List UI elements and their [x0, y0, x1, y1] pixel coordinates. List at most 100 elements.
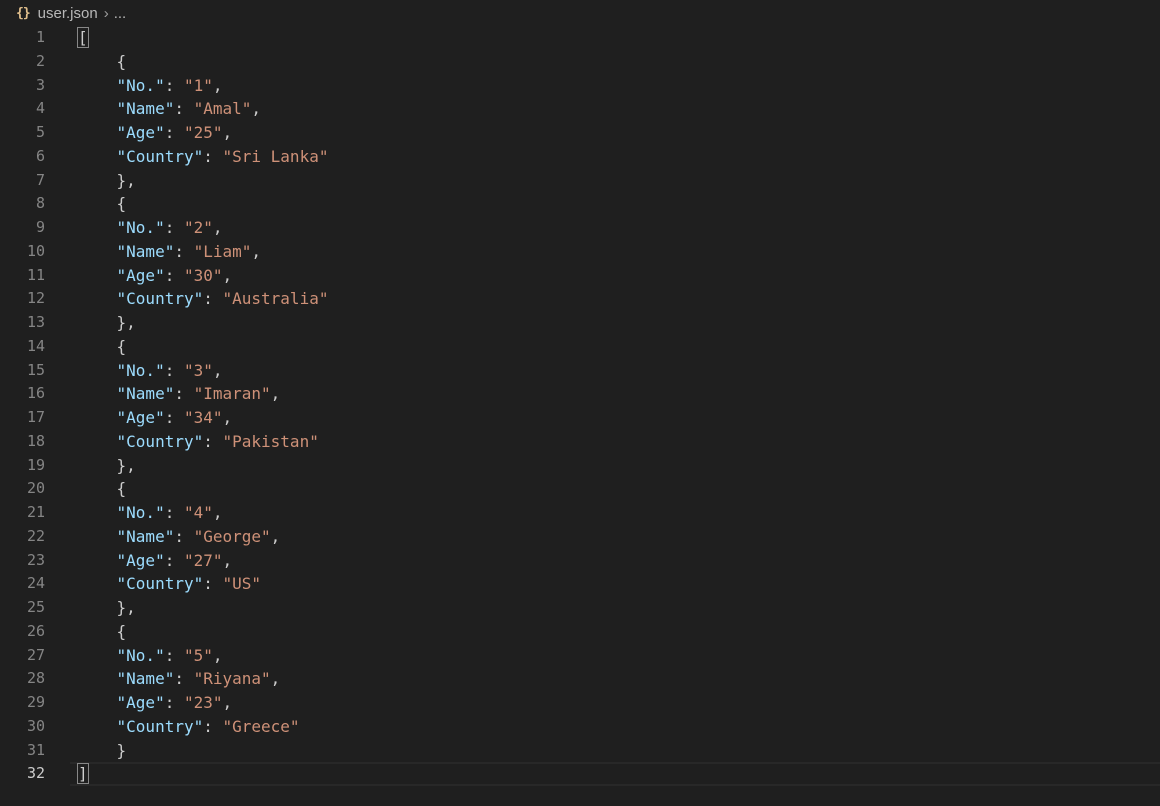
json-key: "No." — [116, 218, 165, 237]
line-code: "No.": "1", — [78, 74, 223, 98]
json-string: "Imaran" — [193, 384, 271, 404]
json-punctuation: }, — [116, 598, 136, 617]
line-code: "Age": "25", — [78, 121, 233, 145]
code-line[interactable]: 20 { — [0, 477, 1160, 501]
line-code: "Age": "30", — [78, 264, 233, 288]
code-line[interactable]: 2 { — [0, 50, 1160, 74]
json-string: "1" — [183, 75, 213, 95]
line-code: ] — [77, 762, 89, 786]
json-string: "34" — [183, 408, 223, 427]
code-line[interactable]: 15 "No.": "3", — [0, 359, 1160, 383]
code-line[interactable]: 11 "Age": "30", — [0, 264, 1160, 288]
line-code: }, — [78, 596, 136, 620]
line-number: 26 — [26, 621, 45, 640]
code-line[interactable]: 9 "No.": "2", — [0, 216, 1160, 240]
json-string: "25" — [183, 123, 223, 142]
line-code: "Age": "34", — [78, 406, 233, 430]
code-line[interactable]: 3 "No.": "1", — [0, 74, 1160, 98]
json-punctuation: : — [174, 99, 194, 119]
line-number: 28 — [26, 669, 45, 688]
breadcrumb-file[interactable]: user.json — [38, 5, 98, 22]
line-number: 7 — [35, 170, 45, 189]
matched-bracket: ] — [77, 763, 89, 785]
line-code: "No.": "4", — [78, 501, 223, 525]
code-line[interactable]: 31 } — [0, 739, 1160, 763]
line-code: "No.": "2", — [78, 216, 223, 240]
code-line[interactable]: 25 }, — [0, 596, 1160, 620]
code-line[interactable]: 28 "Name": "Riyana", — [0, 667, 1160, 691]
line-number: 20 — [26, 479, 45, 498]
code-line[interactable]: 7 }, — [0, 169, 1160, 193]
json-string: "Sri Lanka" — [222, 146, 329, 166]
line-code: } — [78, 739, 127, 763]
code-line[interactable]: 13 }, — [0, 311, 1160, 335]
code-editor[interactable]: 1[2 {3 "No.": "1", 4 "Name": "Amal", 5 "Ag… — [0, 26, 1160, 806]
json-key: "Name" — [116, 241, 175, 261]
json-key: "No." — [116, 360, 165, 380]
json-string: "3" — [183, 360, 213, 380]
json-string: "Riyana" — [193, 669, 271, 689]
line-number: 31 — [26, 740, 45, 759]
json-string: "Australia" — [222, 289, 329, 309]
code-line[interactable]: 14 { — [0, 335, 1160, 359]
line-code: "No.": "5", — [78, 644, 223, 668]
json-punctuation: , — [212, 645, 223, 665]
code-line[interactable]: 1[ — [0, 26, 1160, 50]
json-punctuation: , — [212, 360, 223, 380]
line-code: "No.": "3", — [78, 359, 223, 383]
code-line[interactable]: 32] — [0, 762, 1160, 786]
code-line[interactable]: 18 "Country": "Pakistan" — [0, 430, 1160, 454]
line-number: 9 — [35, 218, 45, 236]
code-line[interactable]: 17 "Age": "34", — [0, 406, 1160, 430]
line-code: "Age": "23", — [78, 691, 233, 715]
line-code: "Name": "George", — [78, 525, 281, 549]
json-key: "Name" — [116, 99, 175, 119]
line-code: { — [78, 477, 127, 501]
code-line[interactable]: 8 { — [0, 192, 1160, 216]
line-code: { — [78, 50, 127, 74]
code-line[interactable]: 19 }, — [0, 454, 1160, 478]
breadcrumb-more[interactable]: ... — [114, 5, 127, 22]
code-line[interactable]: 12 "Country": "Australia" — [0, 287, 1160, 311]
json-string: "Greece" — [222, 716, 300, 736]
json-punctuation: : — [203, 574, 223, 594]
code-line[interactable]: 23 "Age": "27", — [0, 549, 1160, 573]
line-number: 29 — [26, 693, 45, 711]
matched-bracket: [ — [77, 27, 89, 48]
code-line[interactable]: 22 "Name": "George", — [0, 525, 1160, 549]
code-line[interactable]: 26 { — [0, 620, 1160, 644]
code-line[interactable]: 4 "Name": "Amal", — [0, 97, 1160, 121]
json-punctuation: , — [270, 526, 281, 546]
line-number: 6 — [35, 146, 45, 165]
code-line[interactable]: 29 "Age": "23", — [0, 691, 1160, 715]
json-punctuation: , — [222, 408, 233, 427]
code-line[interactable]: 6 "Country": "Sri Lanka" — [0, 145, 1160, 169]
line-number: 27 — [26, 645, 45, 664]
line-number: 2 — [35, 51, 45, 70]
line-number: 24 — [26, 574, 45, 593]
json-key: "Age" — [116, 408, 165, 427]
json-string: "Amal" — [193, 99, 252, 119]
code-line[interactable]: 5 "Age": "25", — [0, 121, 1160, 145]
code-line[interactable]: 27 "No.": "5", — [0, 644, 1160, 668]
code-line[interactable]: 30 "Country": "Greece" — [0, 715, 1160, 739]
line-number: 21 — [26, 503, 45, 521]
line-code: "Country": "Sri Lanka" — [78, 145, 329, 169]
breadcrumb[interactable]: {} user.json › ... — [0, 0, 1160, 26]
line-code: "Name": "Liam", — [78, 240, 262, 264]
code-line[interactable]: 24 "Country": "US" — [0, 572, 1160, 596]
json-string: "4" — [183, 503, 213, 522]
line-number: 5 — [35, 123, 45, 141]
code-line[interactable]: 10 "Name": "Liam", — [0, 240, 1160, 264]
json-punctuation: } — [116, 740, 127, 760]
code-line[interactable]: 21 "No.": "4", — [0, 501, 1160, 525]
code-line[interactable]: 16 "Name": "Imaran", — [0, 382, 1160, 406]
json-punctuation: : — [174, 384, 194, 404]
